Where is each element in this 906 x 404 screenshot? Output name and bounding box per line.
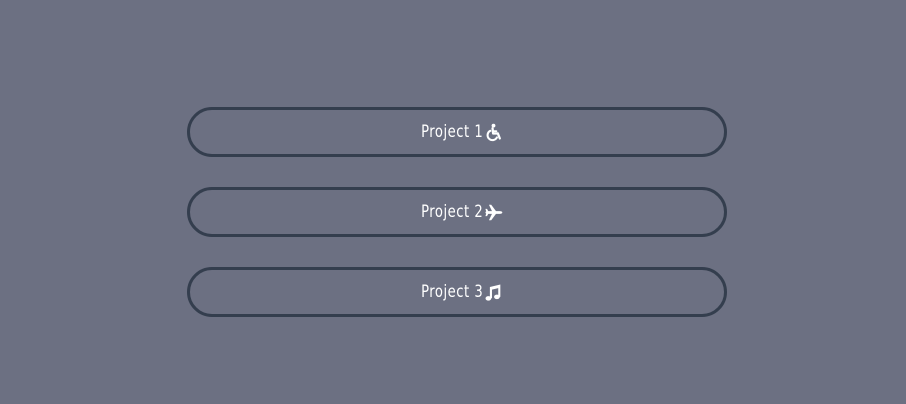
project-1-label: Project 1 — [420, 122, 484, 142]
page: Project 1 Project 2 Project 3 — [0, 0, 906, 404]
project-2-button[interactable]: Project 2 — [187, 187, 727, 237]
project-2-label: Project 2 — [420, 202, 484, 222]
wheelchair-icon — [484, 123, 503, 142]
airplane-icon — [484, 203, 503, 222]
project-1-button[interactable]: Project 1 — [187, 107, 727, 157]
project-3-label: Project 3 — [420, 282, 484, 302]
music-note-icon — [484, 283, 503, 302]
project-list: Project 1 Project 2 Project 3 — [187, 107, 727, 347]
project-3-button[interactable]: Project 3 — [187, 267, 727, 317]
